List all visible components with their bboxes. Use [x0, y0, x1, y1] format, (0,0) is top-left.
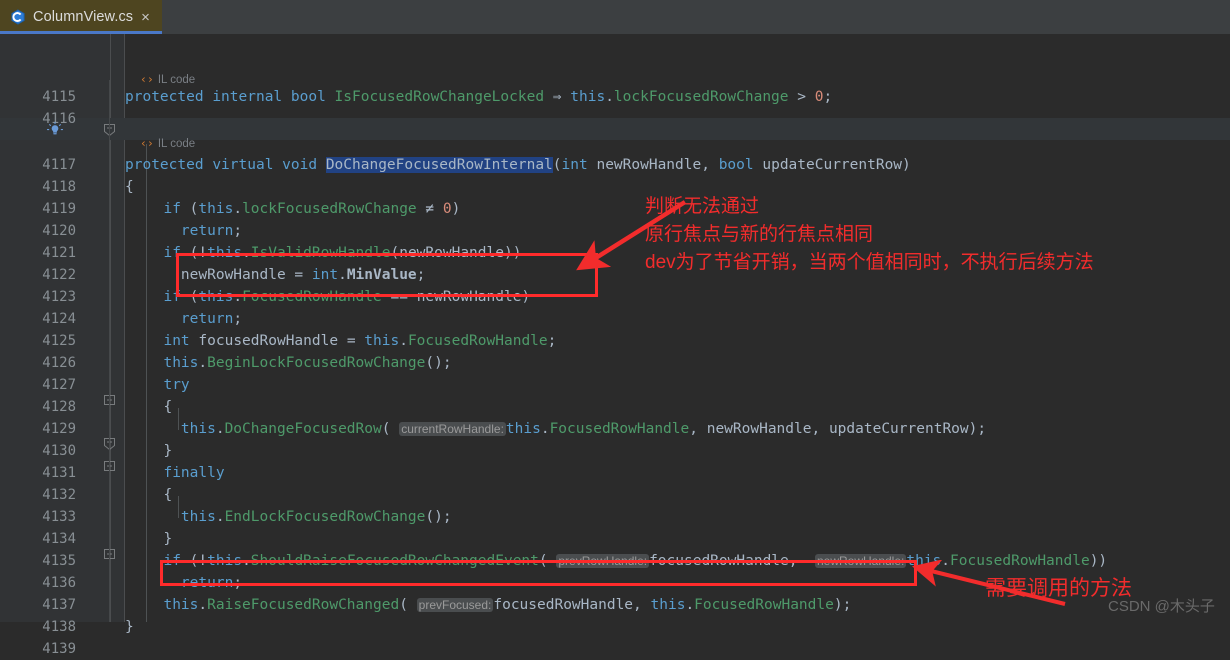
line-number: 4127 [42, 377, 76, 393]
line-number: 4121 [42, 245, 76, 261]
code-line-4119[interactable]: if (this.lockFocusedRowChange ≠ 0) [146, 198, 460, 220]
line-number: 4126 [42, 355, 76, 371]
code-line-4125[interactable]: int focusedRowHandle = this.FocusedRowHa… [146, 330, 556, 352]
fold-spine [109, 80, 110, 622]
tab-bar: ColumnView.cs × [0, 0, 1230, 34]
codelens-label: IL code [157, 138, 196, 150]
line-number: 4115 [42, 89, 76, 105]
code-line-4138[interactable]: } [125, 616, 134, 638]
watermark: CSDN @木头子 [1108, 598, 1215, 615]
code-line-4124[interactable]: return; [146, 308, 242, 330]
code-line-4132[interactable]: { [146, 484, 172, 506]
code-line-4129[interactable]: this.DoChangeFocusedRow( currentRowHandl… [146, 418, 986, 440]
line-number: 4116 [42, 111, 76, 127]
line-number: 4124 [42, 311, 76, 327]
line-number: 4133 [42, 509, 76, 525]
code-line-4131[interactable]: finally [146, 462, 224, 484]
intention-bulb-icon[interactable] [46, 121, 64, 137]
parameter-hint: currentRowHandle: [399, 422, 506, 436]
line-number: 4131 [42, 465, 76, 481]
line-number: 4117 [42, 157, 76, 173]
code-line-4115[interactable]: protected internal bool IsFocusedRowChan… [125, 86, 832, 108]
line-number: 4134 [42, 531, 76, 547]
code-line-4137[interactable]: this.RaiseFocusedRowChanged( prevFocused… [146, 594, 851, 616]
highlight-box-early-return [176, 253, 598, 297]
code-line-4118[interactable]: { [125, 176, 134, 198]
csharp-file-icon [10, 9, 26, 25]
line-number: 4122 [42, 267, 76, 283]
annotation-note-1-line-2: 原行焦点与新的行焦点相同 [645, 224, 874, 245]
line-number: 4132 [42, 487, 76, 503]
line-number: 4139 [42, 641, 76, 657]
line-number: 4120 [42, 223, 76, 239]
editor-window: ColumnView.cs × ‹› IL code ‹› IL code 4115… [0, 0, 1230, 657]
tab-columnview-cs[interactable]: ColumnView.cs × [0, 0, 162, 34]
line-number: 4125 [42, 333, 76, 349]
code-line-4126[interactable]: this.BeginLockFocusedRowChange(); [146, 352, 451, 374]
code-line-4134[interactable]: } [146, 528, 172, 550]
codelens-label: IL code [157, 74, 196, 86]
code-line-4128[interactable]: { [146, 396, 172, 418]
code-line-4120[interactable]: return; [146, 220, 242, 242]
line-number: 4128 [42, 399, 76, 415]
line-number: 4129 [42, 421, 76, 437]
codelens-il-code-2[interactable]: ‹› IL code [140, 134, 195, 152]
line-number: 4138 [42, 619, 76, 635]
code-line-4117[interactable]: protected virtual void DoChangeFocusedRo… [125, 154, 911, 176]
tab-label: ColumnView.cs [33, 9, 134, 25]
code-line-4133[interactable]: this.EndLockFocusedRowChange(); [146, 506, 452, 528]
annotation-note-1-line-1: 判断无法通过 [645, 196, 760, 217]
code-line-4130[interactable]: } [146, 440, 172, 462]
annotation-note-1-line-3: dev为了节省开销，当两个值相同时，不执行后续方法 [645, 252, 1094, 273]
line-number: 4130 [42, 443, 76, 459]
parameter-hint: prevFocused: [416, 598, 494, 612]
close-icon[interactable]: × [141, 10, 150, 25]
code-glyph-icon: ‹› [140, 72, 154, 86]
line-number: 4137 [42, 597, 76, 613]
line-number: 4119 [42, 201, 76, 217]
line-number: 4135 [42, 553, 76, 569]
code-line-4127[interactable]: try [146, 374, 189, 396]
code-editor[interactable]: ‹› IL code ‹› IL code 4115 4116 4117 4118 … [0, 34, 1230, 657]
line-number: 4118 [42, 179, 76, 195]
line-number: 4123 [42, 289, 76, 305]
line-number: 4136 [42, 575, 76, 591]
highlight-box-raise-method [160, 560, 917, 586]
